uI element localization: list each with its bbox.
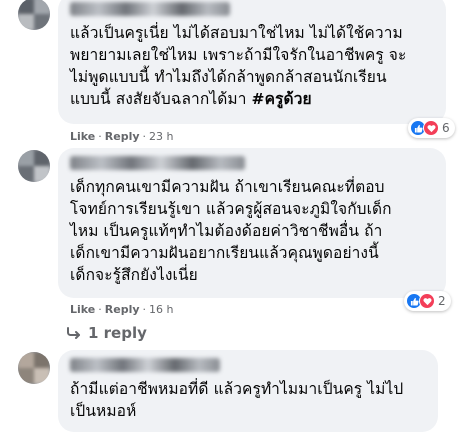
comment-line: เด็กเขามีความฝันอยากเรียนแล้วคุณพูดอย่าง… <box>70 244 379 262</box>
comment-text: แล้วเป็นครูเนี่ย ไม่ได้สอบมาใช่ไหม ไม่ได… <box>70 22 434 110</box>
comments-section: แล้วเป็นครูเนี่ย ไม่ได้สอบมาใช่ไหม ไม่ได… <box>0 0 462 436</box>
comment-line: ไม่พูดแบบนี้ ทำไมถึงได้กล้าพูดกล้าสอนนัก… <box>70 68 387 86</box>
reply-button[interactable]: Reply <box>105 130 140 143</box>
comment-line: เด็กจะรู้สึกยังไงเนี่ย <box>70 266 198 284</box>
timestamp[interactable]: 16 h <box>149 303 173 316</box>
comment-bubble: ถ้ามีแต่อาชีพหมอที่ดี แล้วครูทำไมมาเป็นค… <box>58 350 438 432</box>
comment-line: เป็นหมอห์ <box>70 402 137 420</box>
view-replies-link[interactable]: 1 reply <box>66 324 147 342</box>
comment-line: พยายามเลยใช่ไหม เพราะถ้ามีใจรักในอาชีพคร… <box>70 46 407 64</box>
reaction-summary[interactable]: 6 <box>408 118 455 138</box>
comment-line: ถ้ามีแต่อาชีพหมอที่ดี แล้วครูทำไมมาเป็นค… <box>70 380 404 398</box>
comment-bubble: แล้วเป็นครูเนี่ย ไม่ได้สอบมาใช่ไหม ไม่ได… <box>58 0 446 124</box>
comment-text: ถ้ามีแต่อาชีพหมอที่ดี แล้วครูทำไมมาเป็นค… <box>70 378 426 422</box>
author-name[interactable] <box>70 358 220 372</box>
hashtag-link[interactable]: #ครูด้วย <box>252 90 312 108</box>
separator-dot: · <box>142 130 147 143</box>
comment-bubble: เด็กทุกคนเขามีความฝัน ถ้าเขาเรียนคณะที่ต… <box>58 148 446 298</box>
comment-line: ไหม เป็นครูแท้ๆทำไมต้องด้อยค่าวิชาชีพอื่… <box>70 222 383 240</box>
separator-dot: · <box>98 130 102 143</box>
timestamp[interactable]: 23 h <box>149 130 173 143</box>
comment-actions: Like · Reply · 23 h <box>70 130 173 143</box>
like-button[interactable]: Like <box>70 303 95 316</box>
like-button[interactable]: Like <box>70 130 95 143</box>
replies-count[interactable]: 1 reply <box>88 324 147 342</box>
comment-text: เด็กทุกคนเขามีความฝัน ถ้าเขาเรียนคณะที่ต… <box>70 176 434 286</box>
comment-line: โจทย์การเรียนรู้เขา แล้วครูผู้สอนจะภูมิใ… <box>70 200 392 218</box>
love-icon <box>419 293 435 309</box>
author-name[interactable] <box>70 156 245 170</box>
reply-arrow-icon <box>67 327 80 339</box>
author-name[interactable] <box>70 2 230 16</box>
love-icon <box>423 120 439 136</box>
comment-line: แบบนี้ สงสัยจับฉลากได้มา <box>70 90 252 108</box>
avatar[interactable] <box>18 150 50 182</box>
comment-actions: Like · Reply · 16 h <box>70 303 173 316</box>
separator-dot: · <box>142 303 147 316</box>
reaction-count: 2 <box>438 294 446 308</box>
comment-line: แล้วเป็นครูเนี่ย ไม่ได้สอบมาใช่ไหม ไม่ได… <box>70 24 403 42</box>
separator-dot: · <box>98 303 102 316</box>
avatar[interactable] <box>18 352 50 384</box>
comment-line: เด็กทุกคนเขามีความฝัน ถ้าเขาเรียนคณะที่ต… <box>70 178 385 196</box>
reaction-summary[interactable]: 2 <box>404 291 451 311</box>
avatar[interactable] <box>18 0 50 30</box>
reaction-count: 6 <box>442 121 450 135</box>
reply-button[interactable]: Reply <box>105 303 140 316</box>
